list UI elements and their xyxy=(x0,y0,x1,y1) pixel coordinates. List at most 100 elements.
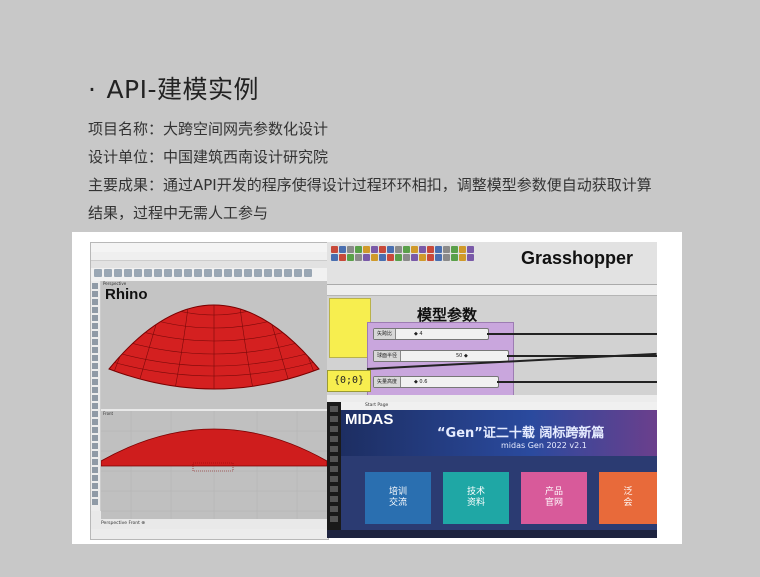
tool-icon[interactable] xyxy=(92,363,98,369)
component-icon[interactable] xyxy=(371,246,378,253)
component-icon[interactable] xyxy=(443,254,450,261)
component-icon[interactable] xyxy=(459,254,466,261)
tool-icon[interactable] xyxy=(114,269,122,277)
tool-icon[interactable] xyxy=(92,371,98,377)
tool-icon[interactable] xyxy=(330,416,338,422)
tool-icon[interactable] xyxy=(264,269,272,277)
tool-icon[interactable] xyxy=(194,269,202,277)
component-icon[interactable] xyxy=(347,254,354,261)
tool-icon[interactable] xyxy=(92,347,98,353)
component-icon[interactable] xyxy=(379,254,386,261)
tool-icon[interactable] xyxy=(144,269,152,277)
component-icon[interactable] xyxy=(355,254,362,261)
component-icon[interactable] xyxy=(451,254,458,261)
tool-icon[interactable] xyxy=(92,491,98,497)
tool-icon[interactable] xyxy=(330,436,338,442)
tool-icon[interactable] xyxy=(92,427,98,433)
component-icon[interactable] xyxy=(427,246,434,253)
tool-icon[interactable] xyxy=(92,475,98,481)
tool-icon[interactable] xyxy=(330,456,338,462)
tool-icon[interactable] xyxy=(92,411,98,417)
tool-icon[interactable] xyxy=(330,506,338,512)
component-icon[interactable] xyxy=(371,254,378,261)
tool-icon[interactable] xyxy=(92,395,98,401)
tool-icon[interactable] xyxy=(92,403,98,409)
component-icon[interactable] xyxy=(339,254,346,261)
tool-icon[interactable] xyxy=(204,269,212,277)
tool-icon[interactable] xyxy=(234,269,242,277)
tool-icon[interactable] xyxy=(92,483,98,489)
component-icon[interactable] xyxy=(331,246,338,253)
component-icon[interactable] xyxy=(459,246,466,253)
tool-icon[interactable] xyxy=(92,323,98,329)
slider-rise-span-ratio[interactable]: 矢跨比 ◆ 4 xyxy=(373,328,489,340)
component-icon[interactable] xyxy=(451,246,458,253)
tool-icon[interactable] xyxy=(92,315,98,321)
tile-partial[interactable]: 泛 会 xyxy=(599,472,657,524)
component-icon[interactable] xyxy=(411,246,418,253)
tool-icon[interactable] xyxy=(92,435,98,441)
tool-icon[interactable] xyxy=(330,486,338,492)
slider-sphere-radius[interactable]: 球面半径 50 ◆ xyxy=(373,350,509,362)
tool-icon[interactable] xyxy=(284,269,292,277)
tool-icon[interactable] xyxy=(92,379,98,385)
tool-icon[interactable] xyxy=(330,406,338,412)
tool-icon[interactable] xyxy=(294,269,302,277)
component-icon[interactable] xyxy=(467,246,474,253)
tool-icon[interactable] xyxy=(92,459,98,465)
tool-icon[interactable] xyxy=(330,426,338,432)
tool-icon[interactable] xyxy=(330,476,338,482)
front-viewport[interactable]: Front xyxy=(100,411,328,519)
tile-training[interactable]: 培训 交流 xyxy=(365,472,431,524)
component-icon[interactable] xyxy=(355,246,362,253)
start-page-tab[interactable]: Start Page xyxy=(341,402,657,410)
component-icon[interactable] xyxy=(395,254,402,261)
component-icon[interactable] xyxy=(435,254,442,261)
tool-icon[interactable] xyxy=(154,269,162,277)
slider-rise-height[interactable]: 矢量高度 ◆ 0.6 xyxy=(373,376,499,388)
tool-icon[interactable] xyxy=(92,299,98,305)
component-icon[interactable] xyxy=(443,246,450,253)
tool-icon[interactable] xyxy=(92,387,98,393)
tool-icon[interactable] xyxy=(174,269,182,277)
tool-icon[interactable] xyxy=(244,269,252,277)
tile-tech-docs[interactable]: 技术 资料 xyxy=(443,472,509,524)
tool-icon[interactable] xyxy=(214,269,222,277)
component-icon[interactable] xyxy=(387,246,394,253)
tool-icon[interactable] xyxy=(330,466,338,472)
tool-icon[interactable] xyxy=(184,269,192,277)
tool-icon[interactable] xyxy=(92,307,98,313)
tool-icon[interactable] xyxy=(224,269,232,277)
component-icon[interactable] xyxy=(435,246,442,253)
component-icon[interactable] xyxy=(419,246,426,253)
tool-icon[interactable] xyxy=(330,446,338,452)
component-icon[interactable] xyxy=(403,246,410,253)
component-icon[interactable] xyxy=(411,254,418,261)
tool-icon[interactable] xyxy=(92,283,98,289)
tool-icon[interactable] xyxy=(330,496,338,502)
data-panel[interactable]: {0;0} xyxy=(327,370,371,392)
tool-icon[interactable] xyxy=(134,269,142,277)
tool-icon[interactable] xyxy=(92,331,98,337)
tool-icon[interactable] xyxy=(92,339,98,345)
viewport-tabs[interactable]: Perspective Front ⊕ xyxy=(101,521,327,528)
tool-icon[interactable] xyxy=(104,269,112,277)
tool-icon[interactable] xyxy=(92,355,98,361)
component-icon[interactable] xyxy=(419,254,426,261)
tool-icon[interactable] xyxy=(94,269,102,277)
tool-icon[interactable] xyxy=(92,419,98,425)
component-icon[interactable] xyxy=(427,254,434,261)
component-icon[interactable] xyxy=(363,246,370,253)
component-icon[interactable] xyxy=(331,254,338,261)
yellow-panel[interactable] xyxy=(329,298,371,358)
tile-product-site[interactable]: 产品 官网 xyxy=(521,472,587,524)
tool-icon[interactable] xyxy=(304,269,312,277)
tool-icon[interactable] xyxy=(164,269,172,277)
component-icon[interactable] xyxy=(339,246,346,253)
component-icon[interactable] xyxy=(363,254,370,261)
component-icon[interactable] xyxy=(347,246,354,253)
component-icon[interactable] xyxy=(403,254,410,261)
tool-icon[interactable] xyxy=(92,443,98,449)
tool-icon[interactable] xyxy=(92,499,98,505)
component-icon[interactable] xyxy=(467,254,474,261)
